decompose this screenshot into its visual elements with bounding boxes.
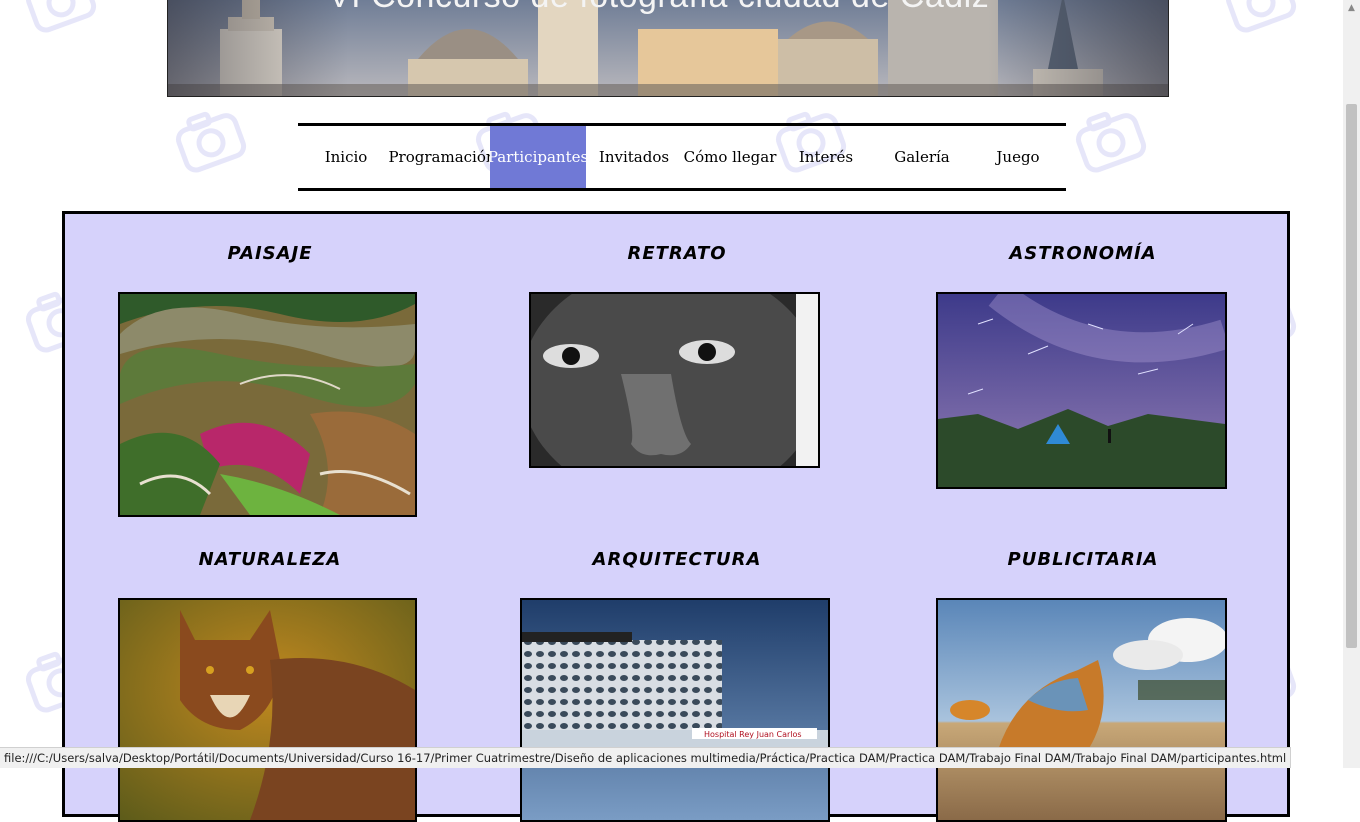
scrollbar-thumb[interactable]: [1346, 104, 1357, 648]
header-banner: VI Concurso de fotografía ciudad de Cádi…: [167, 0, 1169, 97]
nav-item-inicio[interactable]: Inicio: [298, 126, 394, 188]
nav-item-juego[interactable]: Juego: [970, 126, 1066, 188]
nav-item-galeria[interactable]: Galería: [874, 126, 970, 188]
scroll-up-icon[interactable]: ▲: [1343, 0, 1360, 17]
photo-arquitectura[interactable]: Hospital Rey Juan Carlos: [520, 598, 830, 822]
vertical-scrollbar[interactable]: ▲: [1343, 0, 1360, 768]
nav-item-programacion[interactable]: Programación: [388, 126, 495, 188]
camera-watermark-icon: [1075, 111, 1147, 173]
status-bar-url: file:///C:/Users/salva/Desktop/Portátil/…: [0, 747, 1292, 768]
nav-item-interes[interactable]: Interés: [778, 126, 874, 188]
camera-watermark-icon: [1225, 0, 1297, 33]
photo-publicitaria[interactable]: [936, 598, 1227, 822]
photo-naturaleza[interactable]: [118, 598, 417, 822]
photo-retrato[interactable]: [529, 292, 820, 468]
banner-title: VI Concurso de fotografía ciudad de Cádi…: [328, 0, 989, 16]
category-title-retrato: RETRATO: [627, 243, 727, 264]
category-title-astronomia: ASTRONOMÍA: [1009, 243, 1157, 264]
camera-watermark-icon: [25, 0, 97, 33]
nav-item-invitados[interactable]: Invitados: [586, 126, 682, 188]
hospital-sign: Hospital Rey Juan Carlos: [704, 730, 802, 739]
category-title-naturaleza: NATURALEZA: [198, 549, 342, 570]
categories-panel: PAISAJE RETRATO ASTRONOMÍA NATURALEZA AR…: [62, 211, 1290, 822]
category-title-publicitaria: PUBLICITARIA: [1007, 549, 1159, 570]
camera-watermark-icon: [175, 111, 247, 173]
category-title-arquitectura: ARQUITECTURA: [592, 549, 762, 570]
photo-paisaje[interactable]: [118, 292, 417, 517]
photo-astronomia[interactable]: [936, 292, 1227, 489]
nav-item-como-llegar[interactable]: Cómo llegar: [682, 126, 778, 188]
nav-item-participantes[interactable]: Participantes: [488, 126, 588, 188]
category-title-paisaje: PAISAJE: [227, 243, 313, 264]
main-navigation: Inicio Programación Participantes Invita…: [298, 123, 1066, 191]
